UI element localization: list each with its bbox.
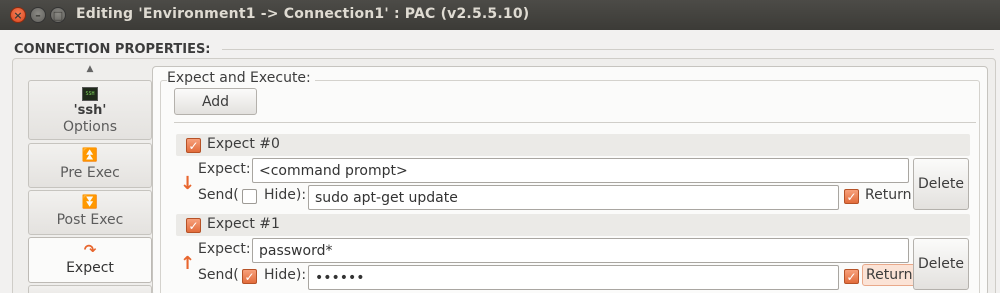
move-down-icon[interactable]: ↓ (180, 173, 195, 194)
expect-input[interactable] (252, 238, 909, 263)
post-exec-icon: ⏬ (81, 195, 99, 210)
expect-item-header (176, 134, 970, 156)
expect-enabled-checkbox[interactable] (186, 218, 201, 233)
add-expect-button[interactable]: Add (174, 88, 257, 115)
expect-item-header (176, 214, 970, 236)
expect-execute-title: Expect and Execute: (167, 70, 315, 86)
tab-scroll-up-icon[interactable]: ▲ (80, 64, 100, 78)
delete-expect-button[interactable]: Delete (913, 158, 969, 210)
hide-label: Hide): (264, 187, 307, 203)
pre-exec-icon: ⏫ (81, 148, 99, 163)
send-input[interactable] (308, 265, 839, 290)
tab-pre-exec-label: Pre Exec (60, 165, 120, 181)
close-window-button[interactable]: × (10, 7, 26, 23)
send-label: Send( (198, 187, 239, 203)
expect-label: Expect: (198, 161, 251, 177)
send-input[interactable] (308, 185, 839, 210)
section-title: CONNECTION PROPERTIES: (14, 42, 211, 57)
title-bar: × – □ Editing 'Environment1 -> Connectio… (0, 0, 1000, 30)
hide-checkbox[interactable] (242, 189, 257, 204)
send-label: Send( (198, 267, 239, 283)
delete-expect-button[interactable]: Delete (913, 238, 969, 290)
return-label: Return (865, 187, 912, 203)
expect-input[interactable] (252, 158, 909, 183)
move-up-icon[interactable]: ↑ (180, 253, 195, 274)
expect-enabled-checkbox[interactable] (186, 138, 201, 153)
expect-item-title: Expect #1 (207, 216, 280, 232)
tab-expect[interactable]: ↷ Expect (28, 237, 152, 283)
return-checkbox[interactable] (844, 269, 859, 284)
tab-next-partial[interactable] (28, 285, 152, 293)
minimize-window-button[interactable]: – (30, 7, 46, 23)
maximize-window-button[interactable]: □ (50, 7, 66, 23)
tab-ssh-label: Options (62, 119, 118, 135)
tab-post-exec[interactable]: ⏬ Post Exec (28, 190, 152, 235)
expect-label: Expect: (198, 241, 251, 257)
tab-ssh-name: 'ssh' (73, 103, 107, 118)
return-label: Return (862, 264, 917, 286)
tab-ssh-options[interactable]: SSH 'ssh' Options (28, 80, 152, 140)
tab-expect-label: Expect (66, 260, 114, 276)
expect-item: Expect #1 ↑ Expect: Send( Hide): Return … (176, 214, 972, 292)
ssh-terminal-icon: SSH (82, 87, 98, 101)
window-title: Editing 'Environment1 -> Connection1' : … (76, 6, 530, 22)
hide-label: Hide): (264, 267, 307, 283)
section-divider (222, 49, 994, 50)
expect-icon: ↷ (83, 241, 97, 259)
tab-post-exec-label: Post Exec (56, 212, 124, 228)
tab-pre-exec[interactable]: ⏫ Pre Exec (28, 143, 152, 188)
expect-item-title: Expect #0 (207, 136, 280, 152)
return-checkbox[interactable] (844, 189, 859, 204)
hide-checkbox[interactable] (242, 269, 257, 284)
expect-item: Expect #0 ↓ Expect: Send( Hide): Return … (176, 134, 972, 212)
